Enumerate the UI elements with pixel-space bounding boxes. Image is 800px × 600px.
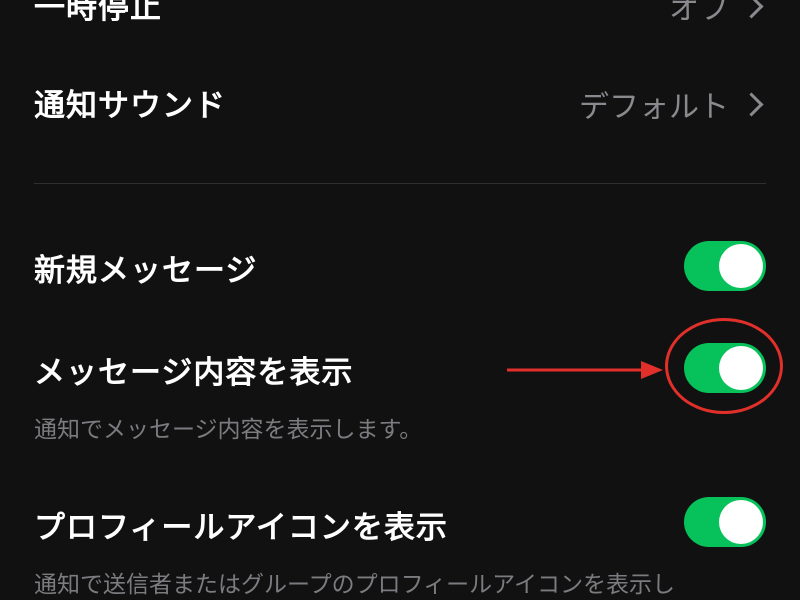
toggle-knob bbox=[719, 244, 763, 288]
chevron-right-icon bbox=[739, 0, 764, 19]
section-divider bbox=[34, 183, 766, 184]
setting-label-sound: 通知サウンド bbox=[34, 88, 226, 124]
notification-settings-screen: 一時停止 オフ 通知サウンド デフォルト 新規メッセージ メッセージ内容を表示 … bbox=[0, 0, 800, 600]
setting-value-sound-text: デフォルト bbox=[579, 90, 729, 125]
setting-label-pause: 一時停止 bbox=[34, 0, 162, 26]
toggle-knob bbox=[719, 500, 763, 544]
setting-label-show-content: メッセージ内容を表示 bbox=[34, 355, 354, 391]
annotation-arrow-icon bbox=[507, 361, 663, 379]
new-message-toggle[interactable] bbox=[684, 241, 766, 291]
setting-label-new-message: 新規メッセージ bbox=[34, 253, 258, 289]
setting-desc-show-content: 通知でメッセージ内容を表示します。 bbox=[34, 417, 423, 443]
chevron-right-icon bbox=[739, 91, 764, 117]
setting-value-pause-text: オフ bbox=[669, 0, 729, 27]
show-profile-icon-toggle[interactable] bbox=[684, 497, 766, 547]
setting-label-show-profile-icon: プロフィールアイコンを表示 bbox=[34, 510, 448, 546]
setting-value-sound: デフォルト bbox=[579, 82, 764, 126]
setting-desc-show-profile-icon: 通知で送信者またはグループのプロフィールアイコンを表示し bbox=[34, 572, 676, 598]
annotation-circle bbox=[665, 318, 783, 414]
setting-value-pause: オフ bbox=[669, 0, 764, 28]
